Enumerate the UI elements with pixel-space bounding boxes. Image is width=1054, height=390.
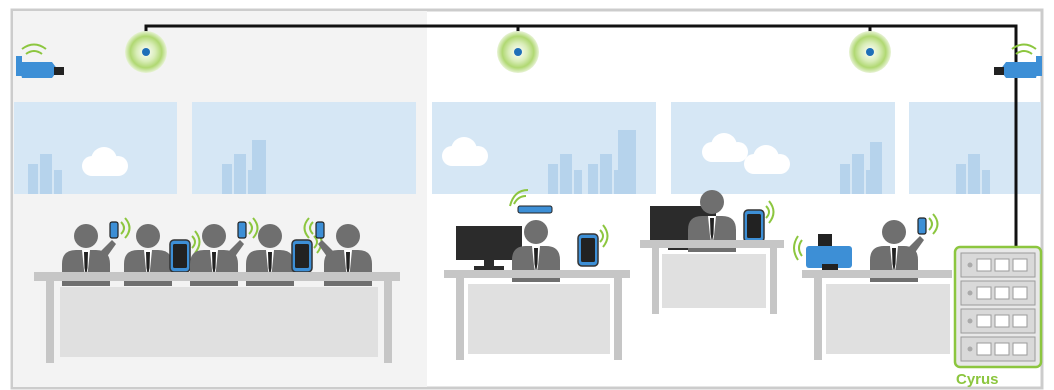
office-network-diagram: Cyrus: [10, 8, 1044, 390]
wireless-beacon-icon: [849, 31, 891, 73]
window-row: [14, 102, 1041, 194]
server-label: Cyrus: [956, 371, 999, 388]
meeting-table: [34, 218, 400, 363]
server-rack: Cyrus: [953, 245, 1043, 388]
wireless-beacon-icon: [125, 31, 167, 73]
wireless-beacon-icon: [497, 31, 539, 73]
